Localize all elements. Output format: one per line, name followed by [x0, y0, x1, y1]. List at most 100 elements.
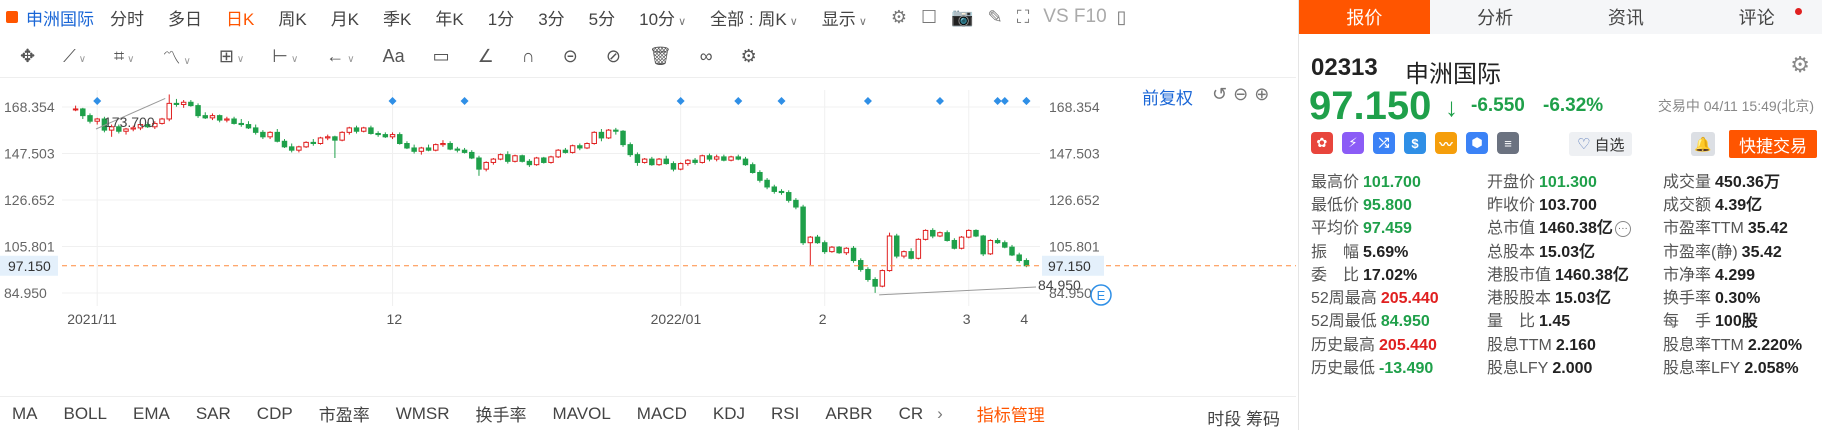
- text-tool-icon[interactable]: Aa: [383, 46, 405, 67]
- candle-body: [764, 179, 770, 188]
- sidebar-toggle-icon[interactable]: ▯: [1117, 7, 1127, 28]
- link-icon[interactable]: ∞: [700, 46, 713, 67]
- dollar-icon[interactable]: $: [1404, 132, 1426, 154]
- indicator-management-link[interactable]: 指标管理: [977, 401, 1045, 426]
- session-chips-link[interactable]: 时段 筹码: [1207, 405, 1280, 430]
- high-annotation: 173.700: [104, 114, 155, 130]
- period-weekly-k[interactable]: 周K: [278, 5, 306, 30]
- period-yearly-k[interactable]: 年K: [435, 5, 463, 30]
- lightning-icon[interactable]: ⚡: [1342, 132, 1364, 154]
- candle-body: [202, 115, 208, 119]
- drawing-settings-icon[interactable]: ⚙: [741, 46, 757, 67]
- indicator-cr[interactable]: CR: [899, 404, 924, 424]
- stat-cell: 历史最低 -13.490: [1311, 354, 1487, 378]
- y-tick-label-left: 105.801: [4, 238, 55, 254]
- tab-news[interactable]: 资讯: [1561, 0, 1692, 34]
- comment-tool-icon[interactable]: ▭: [433, 46, 450, 67]
- tab-quote[interactable]: 报价: [1299, 0, 1430, 34]
- move-crosshair-icon[interactable]: ✥: [20, 46, 35, 67]
- note-icon[interactable]: ≡: [1497, 132, 1519, 154]
- event-diamond-icon: [777, 97, 786, 105]
- candle-body: [872, 278, 878, 287]
- hk-flag-icon[interactable]: ✿: [1311, 132, 1333, 154]
- undo-icon[interactable]: ↺: [1212, 84, 1233, 104]
- period-daily-k[interactable]: 日K: [226, 5, 254, 30]
- period-3min[interactable]: 3分: [538, 5, 564, 30]
- add-watchlist-button[interactable]: ♡ 自选: [1569, 132, 1633, 156]
- indicator-wmsr[interactable]: WMSR: [396, 404, 450, 424]
- indicator-cdp[interactable]: CDP: [257, 404, 293, 424]
- indicator-arbr[interactable]: ARBR: [825, 404, 872, 424]
- period-intraday[interactable]: 分时: [110, 5, 144, 30]
- tab-comments[interactable]: 评论: [1691, 0, 1822, 34]
- period-multiday[interactable]: 多日: [168, 5, 202, 30]
- candlestick-chart[interactable]: 168.354 168.354 147.503 147.503 126.652 126.6…: [0, 80, 1296, 396]
- period-monthly-k[interactable]: 月K: [331, 5, 359, 30]
- indicator-sar[interactable]: SAR: [196, 404, 231, 424]
- line-tool-icon[interactable]: ⟋ ∨: [63, 46, 86, 67]
- range-tool-icon[interactable]: ⊢ ∨: [272, 46, 298, 67]
- alert-bell-icon[interactable]: 🔔: [1691, 132, 1715, 156]
- candle-body: [843, 247, 850, 254]
- settings-gear-icon[interactable]: ⚙: [891, 7, 907, 28]
- more-icon[interactable]: ···: [1614, 221, 1631, 238]
- indicator-ema[interactable]: EMA: [133, 404, 170, 424]
- indicator-boll[interactable]: BOLL: [64, 404, 107, 424]
- indicator-ma[interactable]: MA: [12, 404, 38, 424]
- range-select[interactable]: 全部 : 周K: [710, 5, 798, 30]
- candle-body: [224, 118, 230, 121]
- indicator-kdj[interactable]: KDJ: [713, 404, 745, 424]
- fullscreen-icon[interactable]: ⛶: [1017, 7, 1030, 28]
- candle-body: [252, 127, 259, 133]
- indicator-rsi[interactable]: RSI: [771, 404, 799, 424]
- indicator-pe[interactable]: 市盈率: [319, 401, 370, 426]
- unread-dot-icon: [1795, 8, 1802, 15]
- heart-icon: ♡: [1577, 136, 1591, 153]
- tag-icon[interactable]: ⬢: [1466, 132, 1488, 154]
- stat-label: 市净率: [1663, 266, 1712, 284]
- indicator-macd[interactable]: MACD: [637, 404, 687, 424]
- stat-label: 港股市值: [1487, 266, 1552, 284]
- period-1min[interactable]: 1分: [488, 5, 514, 30]
- quick-trade-button[interactable]: 快捷交易: [1729, 130, 1817, 158]
- shuffle-icon[interactable]: ⤮: [1373, 132, 1395, 154]
- channel-tool-icon[interactable]: ⌗ ∨: [114, 46, 134, 67]
- magnet-icon[interactable]: ∩: [522, 46, 535, 67]
- candle-body: [735, 156, 742, 160]
- indicator-turnover[interactable]: 换手率: [476, 401, 527, 426]
- quote-settings-icon[interactable]: ⚙: [1790, 52, 1810, 78]
- display-menu[interactable]: 显示: [822, 5, 867, 30]
- zoom-out-icon[interactable]: ⊖: [1233, 84, 1254, 104]
- period-10min[interactable]: 10分: [639, 5, 686, 30]
- adjust-mode-button[interactable]: 前复权: [1142, 84, 1193, 109]
- period-quarterly-k[interactable]: 季K: [383, 5, 411, 30]
- lock-drawing-icon[interactable]: ⊝: [563, 46, 578, 67]
- stock-name-link[interactable]: 申洲国际: [26, 5, 94, 30]
- chevron-right-icon[interactable]: ›: [937, 404, 943, 424]
- angle-tool-icon[interactable]: ∠: [478, 46, 494, 67]
- candle-body: [80, 108, 86, 117]
- wave-tool-icon[interactable]: 〽 ∨: [163, 44, 191, 70]
- camera-icon[interactable]: 📷: [951, 7, 973, 28]
- arrow-tool-icon[interactable]: ← ∨: [326, 46, 354, 67]
- vs-f10-button[interactable]: VS F10: [1043, 6, 1106, 28]
- stat-value: 4.39亿: [1715, 196, 1763, 214]
- indicator-mavol[interactable]: MAVOL: [553, 404, 611, 424]
- event-diamond-icon: [863, 97, 872, 105]
- stat-cell: 总市值 1460.38亿 ···: [1487, 214, 1663, 238]
- candle-body: [238, 122, 245, 126]
- period-bar: 申洲国际 分时 多日 日K 周K 月K 季K 年K 1分 3分 5分 10分 全…: [0, 0, 1296, 34]
- stat-value: 35.42: [1741, 243, 1782, 261]
- square-toggle-icon[interactable]: ☐: [921, 7, 937, 28]
- trash-icon[interactable]: 🗑: [649, 46, 672, 67]
- hide-drawing-icon[interactable]: ⊘: [606, 46, 621, 67]
- zoom-in-icon[interactable]: ⊕: [1254, 84, 1275, 104]
- stat-label: 总市值: [1487, 220, 1536, 238]
- tab-analysis[interactable]: 分析: [1430, 0, 1561, 34]
- fib-tool-icon[interactable]: ⊞ ∨: [219, 46, 244, 67]
- candle-body: [173, 102, 180, 105]
- event-diamond-icon: [93, 97, 102, 105]
- trend-icon[interactable]: 〰: [1435, 132, 1457, 154]
- pencil-icon[interactable]: ✎: [988, 7, 1003, 28]
- period-5min[interactable]: 5分: [589, 5, 615, 30]
